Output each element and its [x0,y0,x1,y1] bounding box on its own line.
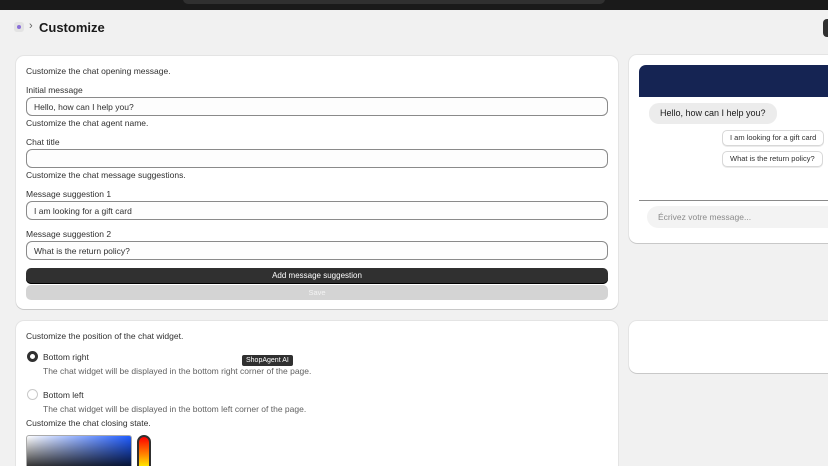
bottom-right-description: The chat widget will be displayed in the… [43,366,312,376]
color-picker-hue-slider[interactable] [137,435,151,466]
chat-title-label: Chat title [26,137,60,147]
initial-message-input[interactable]: Hello, how can I help you? [26,97,608,116]
add-suggestion-button[interactable]: Add message suggestion [26,268,608,284]
chat-divider [639,200,828,201]
position-card: Customize the position of the chat widge… [16,321,618,466]
breadcrumb-chevron-icon: › [29,20,33,32]
tooltip: ShopAgent AI [242,355,293,366]
page-title: Customize [39,20,105,35]
suggestion1-label: Message suggestion 1 [26,189,112,199]
chat-message-input[interactable]: Écrivez votre message... [647,206,828,228]
radio-bottom-right[interactable] [27,351,38,362]
opening-message-card: Customize the chat opening message. Init… [16,56,618,309]
suggestions-section-title: Customize the chat message suggestions. [26,170,186,180]
chat-preview-header [639,65,828,97]
initial-message-label: Initial message [26,85,83,95]
bottom-right-label[interactable]: Bottom right [43,352,89,362]
chat-preview-card: Hello, how can I help you? I am looking … [629,55,828,243]
chat-suggestion-chip-2[interactable]: What is the return policy? [722,151,823,167]
opening-section-title: Customize the chat opening message. [26,66,171,76]
save-button[interactable]: Save [26,285,608,300]
chat-title-input[interactable] [26,149,608,168]
bottom-left-description: The chat widget will be displayed in the… [43,404,307,414]
app-icon[interactable] [14,22,24,32]
browser-top-bar [0,0,828,10]
suggestion1-input[interactable]: I am looking for a gift card [26,201,608,220]
suggestion2-label: Message suggestion 2 [26,229,112,239]
chat-suggestion-chip-1[interactable]: I am looking for a gift card [722,130,825,146]
position-section-title: Customize the position of the chat widge… [26,331,184,341]
agent-name-section-title: Customize the chat agent name. [26,118,149,128]
color-picker-saturation[interactable] [26,435,132,466]
top-search-bar[interactable] [183,0,605,4]
header-action-button[interactable] [823,19,828,37]
radio-bottom-left[interactable] [27,389,38,400]
chat-greeting-bubble: Hello, how can I help you? [649,103,777,124]
closing-state-title: Customize the chat closing state. [26,418,151,428]
suggestion2-input[interactable]: What is the return policy? [26,241,608,260]
bottom-left-label[interactable]: Bottom left [43,390,84,400]
widget-preview-card [629,321,828,373]
page-header: › Customize [0,10,828,44]
